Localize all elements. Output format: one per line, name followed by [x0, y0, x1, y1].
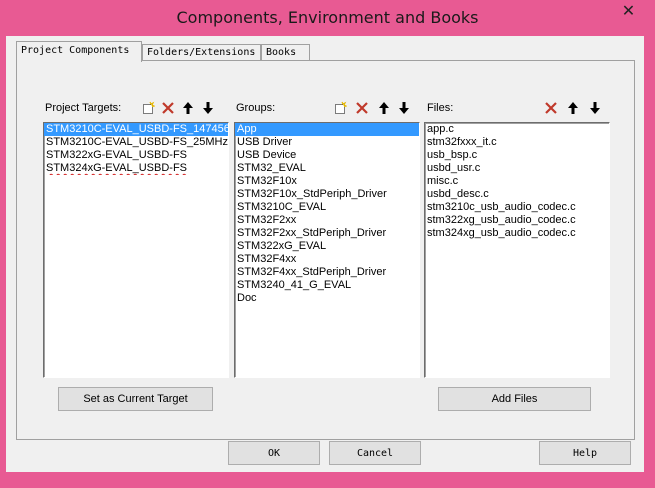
- groups-label: Groups:: [236, 102, 276, 114]
- project-components-panel: Project Targets: STM3210C-EVAL_USBD-FS_1…: [16, 60, 635, 440]
- list-item[interactable]: stm32fxxx_it.c: [425, 136, 609, 149]
- cancel-button[interactable]: Cancel: [329, 441, 421, 465]
- list-item[interactable]: STM32_EVAL: [235, 162, 419, 175]
- project-targets-label: Project Targets:: [45, 102, 122, 114]
- list-item[interactable]: Doc: [235, 292, 419, 305]
- list-item[interactable]: STM322xG-EVAL_USBD-FS: [44, 149, 228, 162]
- list-item[interactable]: USB Device: [235, 149, 419, 162]
- list-item-label: STM324xG-EVAL_USBD-FS: [46, 162, 188, 174]
- tab-folders-extensions[interactable]: Folders/Extensions: [142, 44, 261, 61]
- list-item[interactable]: STM3240_41_G_EVAL: [235, 279, 419, 292]
- list-item[interactable]: STM32F2xx_StdPeriph_Driver: [235, 227, 419, 240]
- ok-button[interactable]: OK: [228, 441, 320, 465]
- list-item[interactable]: STM3210C_EVAL: [235, 201, 419, 214]
- delete-icon[interactable]: [353, 99, 371, 117]
- move-up-icon[interactable]: [179, 99, 197, 117]
- move-down-icon[interactable]: [199, 99, 217, 117]
- list-item[interactable]: usbd_usr.c: [425, 162, 609, 175]
- list-item[interactable]: STM32F2xx: [235, 214, 419, 227]
- close-icon: ✕: [621, 1, 636, 20]
- list-item[interactable]: STM32F4xx: [235, 253, 419, 266]
- list-item[interactable]: STM32F10x: [235, 175, 419, 188]
- move-down-icon[interactable]: [395, 99, 413, 117]
- list-item[interactable]: STM32F10x_StdPeriph_Driver: [235, 188, 419, 201]
- move-up-icon[interactable]: [375, 99, 393, 117]
- window-title: Components, Environment and Books: [176, 8, 479, 27]
- list-item[interactable]: stm3210c_usb_audio_codec.c: [425, 201, 609, 214]
- list-item[interactable]: STM324xG-EVAL_USBD-FS: [44, 162, 228, 175]
- help-button[interactable]: Help: [539, 441, 631, 465]
- project-targets-list[interactable]: STM3210C-EVAL_USBD-FS_147456 STM3210C-EV…: [43, 122, 229, 378]
- files-list[interactable]: app.c stm32fxxx_it.c usb_bsp.c usbd_usr.…: [424, 122, 610, 378]
- list-item[interactable]: usb_bsp.c: [425, 149, 609, 162]
- list-item[interactable]: stm322xg_usb_audio_codec.c: [425, 214, 609, 227]
- tab-books[interactable]: Books: [261, 44, 310, 61]
- dialog-window: Components, Environment and Books ✕ Proj…: [0, 0, 655, 488]
- list-item[interactable]: stm324xg_usb_audio_codec.c: [425, 227, 609, 240]
- close-button[interactable]: ✕: [612, 0, 645, 21]
- set-current-target-button[interactable]: Set as Current Target: [58, 387, 213, 411]
- list-item[interactable]: app.c: [425, 123, 609, 136]
- list-item[interactable]: usbd_desc.c: [425, 188, 609, 201]
- list-item[interactable]: STM3210C-EVAL_USBD-FS_25MHz: [44, 136, 228, 149]
- title-bar[interactable]: Components, Environment and Books ✕: [0, 0, 655, 36]
- tab-project-components[interactable]: Project Components: [16, 41, 142, 62]
- move-down-icon[interactable]: [586, 99, 604, 117]
- list-item[interactable]: STM32F4xx_StdPeriph_Driver: [235, 266, 419, 279]
- delete-icon[interactable]: [159, 99, 177, 117]
- groups-list[interactable]: App USB Driver USB Device STM32_EVAL STM…: [234, 122, 420, 378]
- list-item[interactable]: STM3210C-EVAL_USBD-FS_147456: [44, 123, 228, 136]
- move-up-icon[interactable]: [564, 99, 582, 117]
- list-item[interactable]: STM322xG_EVAL: [235, 240, 419, 253]
- list-item[interactable]: App: [235, 123, 419, 136]
- files-label: Files:: [427, 102, 454, 114]
- new-item-icon[interactable]: [331, 99, 349, 117]
- list-item[interactable]: misc.c: [425, 175, 609, 188]
- dialog-client-area: Project Components Folders/Extensions Bo…: [6, 36, 644, 472]
- list-item[interactable]: USB Driver: [235, 136, 419, 149]
- new-item-icon[interactable]: [139, 99, 157, 117]
- delete-icon[interactable]: [542, 99, 560, 117]
- add-files-button[interactable]: Add Files: [438, 387, 591, 411]
